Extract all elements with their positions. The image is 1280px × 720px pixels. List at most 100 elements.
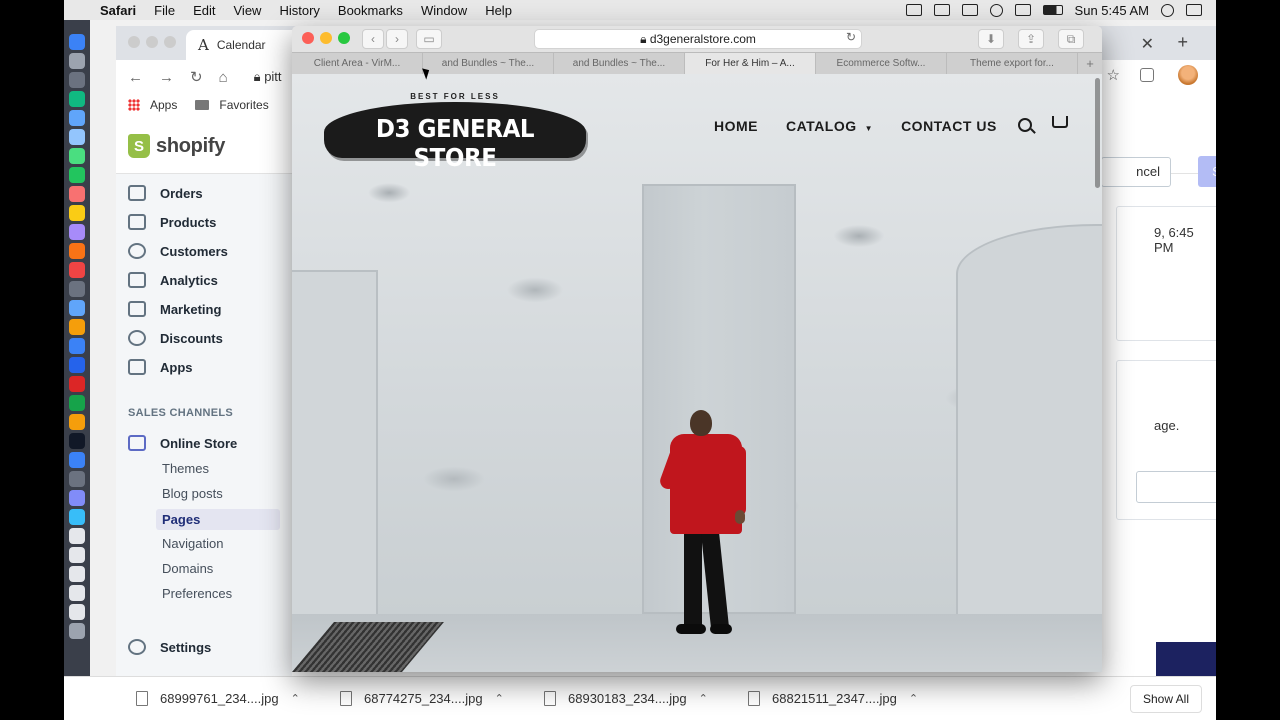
home-icon[interactable]: ⌂ bbox=[219, 69, 228, 86]
nav-marketing[interactable]: Marketing bbox=[128, 301, 221, 317]
nav-customers[interactable]: Customers bbox=[128, 243, 228, 259]
screen-record-icon[interactable] bbox=[905, 4, 922, 16]
mail-icon[interactable] bbox=[69, 129, 85, 145]
sub-nav-pages[interactable]: Pages bbox=[156, 509, 280, 530]
safari-tab[interactable]: and Bundles ~ The... bbox=[423, 53, 554, 74]
safari-tab[interactable]: and Bundles ~ The... bbox=[554, 53, 685, 74]
store-logo[interactable]: BEST FOR LESS D3 GENERAL STORE bbox=[324, 90, 586, 172]
zoom-icon[interactable] bbox=[69, 452, 85, 468]
safari-tab[interactable]: Theme export for... bbox=[947, 53, 1078, 74]
battery-icon[interactable] bbox=[1042, 5, 1063, 15]
nav-apps[interactable]: Apps bbox=[128, 359, 193, 375]
menu-edit[interactable]: Edit bbox=[193, 3, 215, 18]
reload-icon[interactable]: ↻ bbox=[846, 30, 856, 44]
document-icon[interactable] bbox=[69, 585, 85, 601]
launchpad-icon[interactable] bbox=[69, 53, 85, 69]
safari-icon[interactable] bbox=[69, 110, 85, 126]
facetime-icon[interactable] bbox=[69, 167, 85, 183]
template-select[interactable] bbox=[1136, 471, 1216, 503]
download-item[interactable]: 68821511_2347....jpg ⌃ bbox=[748, 691, 952, 706]
zoom-window-button[interactable] bbox=[338, 32, 350, 44]
app-icon[interactable] bbox=[69, 490, 85, 506]
bookmark-apps[interactable]: Apps bbox=[150, 98, 177, 112]
word-icon[interactable] bbox=[69, 357, 85, 373]
zoom-window-button[interactable] bbox=[164, 36, 176, 48]
sidebar-toggle-icon[interactable]: ▭ bbox=[416, 29, 442, 49]
bookmark-star-icon[interactable]: ☆ bbox=[1107, 66, 1120, 84]
download-item[interactable]: 68774275_234....jpg ⌃ bbox=[340, 691, 544, 706]
finder-icon[interactable] bbox=[69, 34, 85, 50]
share-icon[interactable]: ⇪ bbox=[1018, 29, 1044, 49]
new-tab-icon[interactable]: + bbox=[1078, 53, 1102, 74]
extension-icon[interactable] bbox=[1140, 68, 1154, 82]
apps-grid-icon[interactable] bbox=[128, 99, 140, 111]
sub-nav-blog-posts[interactable]: Blog posts bbox=[162, 486, 223, 501]
safari-tab-active[interactable]: For Her & Him – A... bbox=[685, 53, 816, 74]
rocket-icon[interactable] bbox=[69, 72, 85, 88]
document-icon[interactable] bbox=[69, 566, 85, 582]
show-tabs-icon[interactable]: ⧉ bbox=[1058, 29, 1084, 49]
menu-file[interactable]: File bbox=[154, 3, 175, 18]
app-icon[interactable] bbox=[69, 300, 85, 316]
app-icon[interactable] bbox=[69, 414, 85, 430]
nav-analytics[interactable]: Analytics bbox=[128, 272, 218, 288]
close-tab-icon[interactable]: ✕ bbox=[1141, 34, 1154, 54]
sub-nav-navigation[interactable]: Navigation bbox=[162, 536, 223, 551]
sub-nav-themes[interactable]: Themes bbox=[162, 461, 209, 476]
wifi-icon[interactable] bbox=[989, 3, 1003, 17]
close-window-button[interactable] bbox=[128, 36, 140, 48]
document-icon[interactable] bbox=[69, 604, 85, 620]
new-tab-icon[interactable]: + bbox=[1177, 32, 1188, 53]
d3-app-icon[interactable] bbox=[961, 4, 978, 16]
sub-nav-preferences[interactable]: Preferences bbox=[162, 586, 232, 601]
menu-view[interactable]: View bbox=[234, 3, 262, 18]
camera-icon[interactable] bbox=[933, 4, 950, 16]
notes-icon[interactable] bbox=[69, 205, 85, 221]
page-scrollbar[interactable] bbox=[1095, 78, 1100, 188]
menu-bookmarks[interactable]: Bookmarks bbox=[338, 3, 403, 18]
shopify-logo[interactable]: S shopify bbox=[128, 134, 225, 158]
downloads-icon[interactable]: ⬇ bbox=[978, 29, 1004, 49]
cancel-button[interactable]: ncel bbox=[1101, 157, 1171, 187]
store-nav-contact[interactable]: CONTACT US bbox=[901, 118, 997, 134]
chevron-up-icon[interactable]: ⌃ bbox=[909, 692, 918, 705]
clock[interactable]: Sun 5:45 AM bbox=[1075, 3, 1149, 18]
save-button[interactable]: Save bbox=[1198, 156, 1216, 187]
spotlight-icon[interactable] bbox=[1161, 3, 1174, 17]
document-icon[interactable] bbox=[69, 528, 85, 544]
excel-icon[interactable] bbox=[69, 395, 85, 411]
download-item[interactable]: 68999761_234....jpg ⌃ bbox=[136, 691, 340, 706]
books-icon[interactable] bbox=[69, 243, 85, 259]
back-button[interactable]: ‹ bbox=[362, 29, 384, 49]
back-icon[interactable]: ← bbox=[128, 69, 143, 86]
app-icon[interactable] bbox=[69, 433, 85, 449]
forward-button[interactable]: › bbox=[386, 29, 408, 49]
forward-icon[interactable]: → bbox=[159, 69, 174, 86]
settings-app-icon[interactable] bbox=[69, 281, 85, 297]
chevron-up-icon[interactable]: ⌃ bbox=[699, 692, 708, 705]
calendar-icon[interactable] bbox=[69, 186, 85, 202]
app-icon[interactable] bbox=[69, 376, 85, 392]
safari-address-bar[interactable]: 🔒︎ d3generalstore.com bbox=[534, 29, 862, 49]
download-item[interactable]: 68930183_234....jpg ⌃ bbox=[544, 691, 748, 706]
cart-icon[interactable] bbox=[1052, 116, 1068, 128]
chrome-icon[interactable] bbox=[69, 319, 85, 335]
folder-icon[interactable] bbox=[195, 100, 210, 110]
show-all-button[interactable]: Show All bbox=[1129, 685, 1202, 713]
menu-app-name[interactable]: Safari bbox=[100, 3, 136, 18]
chrome-address-bar[interactable]: 🔒︎ pitt bbox=[254, 69, 282, 85]
sub-nav-domains[interactable]: Domains bbox=[162, 561, 213, 576]
minimize-window-button[interactable] bbox=[146, 36, 158, 48]
app-icon[interactable] bbox=[69, 91, 85, 107]
app-icon[interactable] bbox=[69, 471, 85, 487]
notification-center-icon[interactable] bbox=[1186, 4, 1202, 16]
airplay-icon[interactable] bbox=[1014, 4, 1031, 16]
bookmark-favorites[interactable]: Favorites bbox=[219, 98, 268, 112]
search-icon[interactable] bbox=[1018, 118, 1032, 132]
app-icon[interactable] bbox=[69, 262, 85, 278]
store-nav-catalog[interactable]: CATALOG ▼ bbox=[786, 118, 873, 134]
nav-orders[interactable]: Orders bbox=[128, 185, 203, 201]
chevron-up-icon[interactable]: ⌃ bbox=[495, 692, 504, 705]
folder-icon[interactable] bbox=[69, 509, 85, 525]
nav-settings[interactable]: Settings bbox=[128, 639, 211, 655]
